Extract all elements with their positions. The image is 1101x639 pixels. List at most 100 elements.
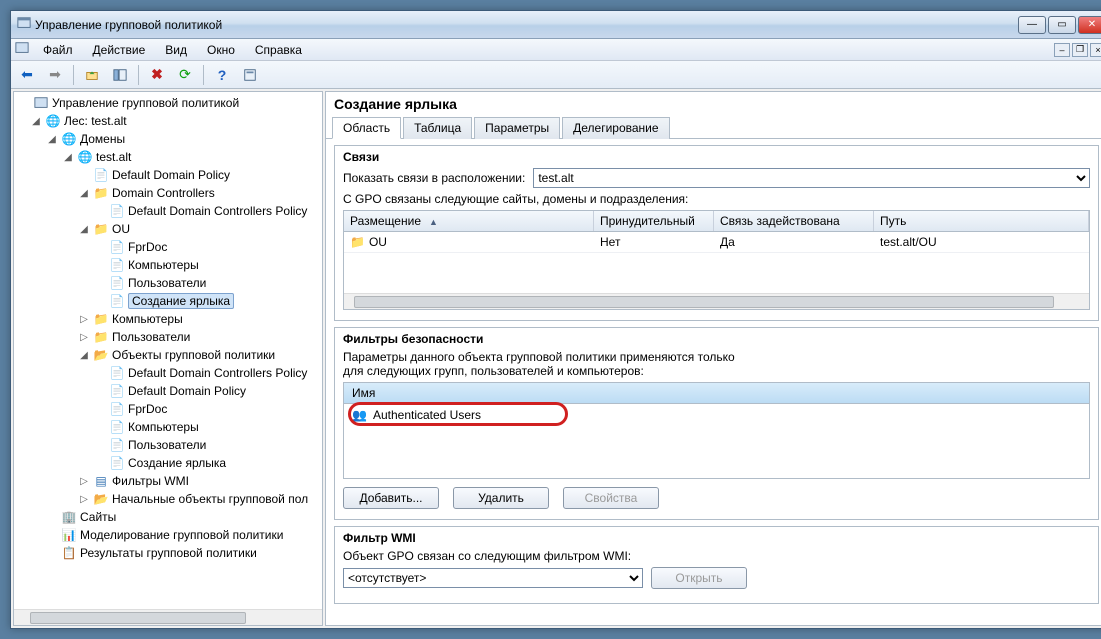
- gpo-icon: 📄: [109, 455, 125, 471]
- menu-help[interactable]: Справка: [245, 41, 312, 59]
- delete-button[interactable]: ✖: [145, 64, 169, 86]
- security-caption2: для следующих групп, пользователей и ком…: [343, 364, 1090, 378]
- help-button[interactable]: ?: [210, 64, 234, 86]
- tree-gpos[interactable]: ◢ 📂 Объекты групповой политики: [16, 346, 320, 364]
- security-group: Фильтры безопасности Параметры данного о…: [334, 327, 1099, 520]
- mdi-restore[interactable]: ❐: [1072, 43, 1088, 57]
- tree-starter[interactable]: ▷ 📂 Начальные объекты групповой пол: [16, 490, 320, 508]
- security-col-name[interactable]: Имя: [344, 383, 1089, 404]
- content-panel: Создание ярлыка Область Таблица Параметр…: [325, 91, 1101, 626]
- minimize-button[interactable]: —: [1018, 16, 1046, 34]
- gpo-icon: 📄: [109, 401, 125, 417]
- gpo-icon: 📄: [109, 365, 125, 381]
- tree-ddcp[interactable]: 📄 Default Domain Controllers Policy: [16, 202, 320, 220]
- gpo-link-icon: 📄: [93, 167, 109, 183]
- tree-gpo-users[interactable]: 📄 Пользователи: [16, 436, 320, 454]
- tree[interactable]: Управление групповой политикой ◢ 🌐 Лес: …: [14, 92, 322, 609]
- sort-asc-icon: ▲: [429, 217, 438, 227]
- links-row[interactable]: 📁OU Нет Да test.alt/OU: [344, 232, 1089, 253]
- tree-gpo-ddp[interactable]: 📄 Default Domain Policy: [16, 382, 320, 400]
- users-group-icon: 👥: [352, 408, 367, 422]
- links-show-label: Показать связи в расположении:: [343, 171, 525, 185]
- tree-users[interactable]: ▷ 📁 Пользователи: [16, 328, 320, 346]
- tree-ddp[interactable]: 📄 Default Domain Policy: [16, 166, 320, 184]
- ou-icon: 📁: [350, 235, 365, 249]
- links-grid: Размещение▲ Принудительный Связь задейст…: [343, 210, 1090, 310]
- tree-create-shortcut[interactable]: 📄 Создание ярлыка: [16, 292, 320, 310]
- tree-gpo-shortcut[interactable]: 📄 Создание ярлыка: [16, 454, 320, 472]
- window-title: Управление групповой политикой: [35, 18, 222, 32]
- security-row[interactable]: 👥 Authenticated Users: [344, 404, 1089, 426]
- close-button[interactable]: ✕: [1078, 16, 1101, 34]
- titlebar: Управление групповой политикой — ▭ ✕: [11, 11, 1101, 39]
- domain-icon: 🌐: [77, 149, 93, 165]
- menu-file[interactable]: Файл: [33, 41, 83, 59]
- tree-modeling[interactable]: 📊 Моделирование групповой политики: [16, 526, 320, 544]
- ou-icon: 📁: [93, 185, 109, 201]
- tree-gpo-ddcp[interactable]: 📄 Default Domain Controllers Policy: [16, 364, 320, 382]
- tree-sites[interactable]: 🏢 Сайты: [16, 508, 320, 526]
- links-hscroll[interactable]: [344, 293, 1089, 309]
- tree-domain[interactable]: ◢ 🌐 test.alt: [16, 148, 320, 166]
- modeling-icon: 📊: [61, 527, 77, 543]
- wmi-title: Фильтр WMI: [343, 531, 1090, 545]
- wmi-select[interactable]: <отсутствует>: [343, 568, 643, 588]
- tab-delegation[interactable]: Делегирование: [562, 117, 669, 139]
- remove-button[interactable]: Удалить: [453, 487, 549, 509]
- wmi-caption: Объект GPO связан со следующим фильтром …: [343, 549, 1090, 563]
- tab-settings[interactable]: Параметры: [474, 117, 560, 139]
- maximize-button[interactable]: ▭: [1048, 16, 1076, 34]
- tree-ou[interactable]: ◢ 📁 OU: [16, 220, 320, 238]
- links-location-select[interactable]: test.alt: [533, 168, 1090, 188]
- tree-panel: Управление групповой политикой ◢ 🌐 Лес: …: [13, 91, 323, 626]
- app-icon: [17, 16, 31, 33]
- gpo-icon: 📄: [109, 419, 125, 435]
- tab-details[interactable]: Таблица: [403, 117, 472, 139]
- forest-icon: 🌐: [45, 113, 61, 129]
- tree-root[interactable]: Управление групповой политикой: [16, 94, 320, 112]
- links-grid-head[interactable]: Размещение▲ Принудительный Связь задейст…: [344, 211, 1089, 232]
- tree-gpo-comp[interactable]: 📄 Компьютеры: [16, 418, 320, 436]
- up-button[interactable]: [80, 64, 104, 86]
- mdi-close[interactable]: ×: [1090, 43, 1101, 57]
- tree-gpo-fprdoc[interactable]: 📄 FprDoc: [16, 400, 320, 418]
- back-button[interactable]: ⬅: [15, 64, 39, 86]
- app-window: Управление групповой политикой — ▭ ✕ Фай…: [10, 10, 1101, 629]
- ou-icon: 📁: [93, 329, 109, 345]
- wmi-open-button: Открыть: [651, 567, 747, 589]
- menu-action[interactable]: Действие: [83, 41, 156, 59]
- tree-domains[interactable]: ◢ 🌐 Домены: [16, 130, 320, 148]
- tree-hscroll[interactable]: [14, 609, 322, 625]
- tree-computers-link[interactable]: 📄 Компьютеры: [16, 256, 320, 274]
- tab-body: Связи Показать связи в расположении: tes…: [326, 139, 1101, 625]
- gpo-link-icon: 📄: [109, 203, 125, 219]
- security-caption1: Параметры данного объекта групповой поли…: [343, 350, 1090, 364]
- gpo-icon: 📄: [109, 383, 125, 399]
- gpo-link-icon: 📄: [109, 275, 125, 291]
- properties-button[interactable]: [238, 64, 262, 86]
- tree-wmi[interactable]: ▷ ▤ Фильтры WMI: [16, 472, 320, 490]
- add-button[interactable]: Добавить...: [343, 487, 439, 509]
- domains-icon: 🌐: [61, 131, 77, 147]
- security-title: Фильтры безопасности: [343, 332, 1090, 346]
- tree-forest[interactable]: ◢ 🌐 Лес: test.alt: [16, 112, 320, 130]
- tree-results[interactable]: 📋 Результаты групповой политики: [16, 544, 320, 562]
- mdi-minimize[interactable]: –: [1054, 43, 1070, 57]
- links-title: Связи: [343, 150, 1090, 164]
- gpo-link-icon: 📄: [109, 257, 125, 273]
- properties-button: Свойства: [563, 487, 659, 509]
- menubar: Файл Действие Вид Окно Справка – ❐ ×: [11, 39, 1101, 61]
- menu-window[interactable]: Окно: [197, 41, 245, 59]
- tree-fprdoc[interactable]: 📄 FprDoc: [16, 238, 320, 256]
- links-caption: С GPO связаны следующие сайты, домены и …: [343, 192, 1090, 206]
- content-title: Создание ярлыка: [326, 92, 1101, 112]
- show-hide-tree-button[interactable]: [108, 64, 132, 86]
- tab-scope[interactable]: Область: [332, 117, 401, 139]
- body: Управление групповой политикой ◢ 🌐 Лес: …: [11, 89, 1101, 628]
- tree-users-link[interactable]: 📄 Пользователи: [16, 274, 320, 292]
- tree-dc[interactable]: ◢ 📁 Domain Controllers: [16, 184, 320, 202]
- refresh-button[interactable]: ⟳: [173, 64, 197, 86]
- tree-computers[interactable]: ▷ 📁 Компьютеры: [16, 310, 320, 328]
- menu-view[interactable]: Вид: [155, 41, 197, 59]
- forward-button[interactable]: ➡: [43, 64, 67, 86]
